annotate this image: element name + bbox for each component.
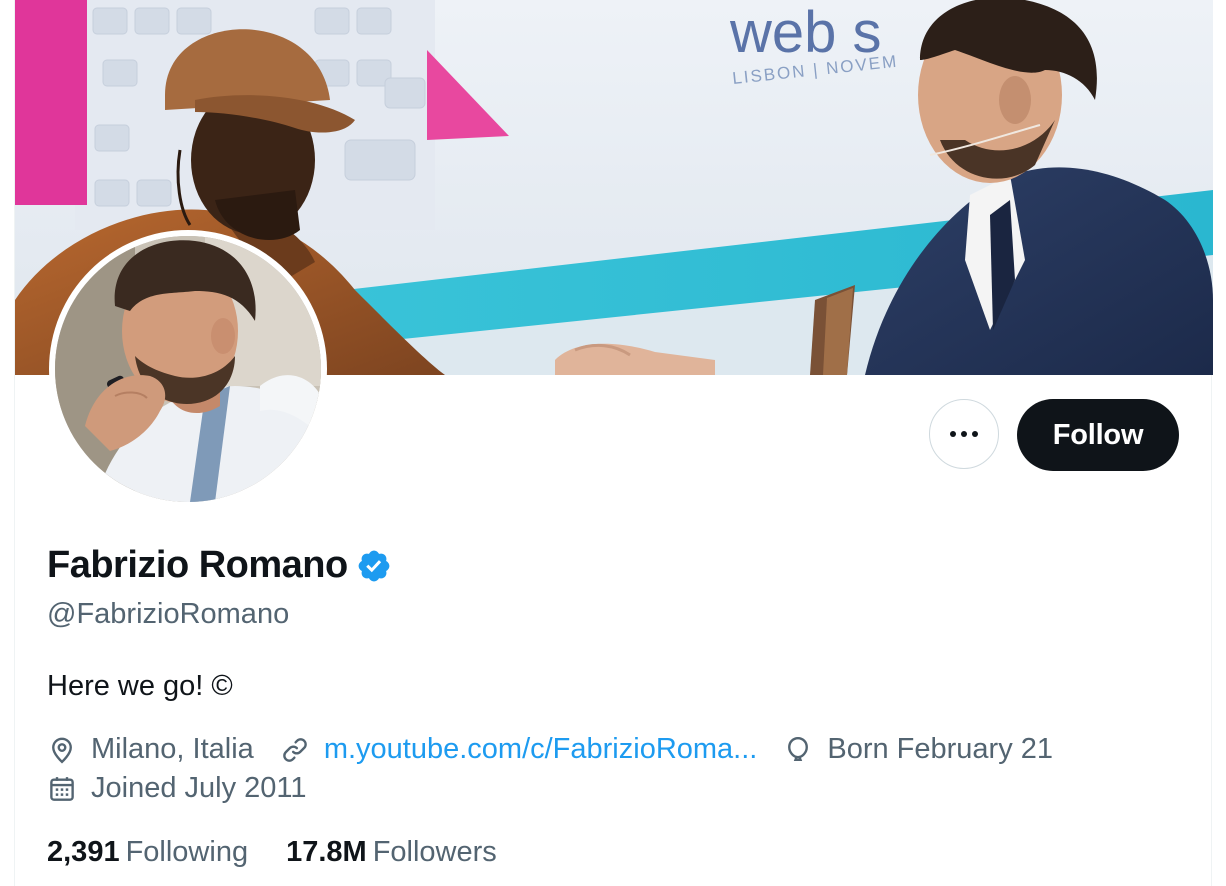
name-row: Fabrizio Romano xyxy=(47,544,392,587)
more-options-button[interactable] xyxy=(929,399,999,469)
meta-joined: Joined July 2011 xyxy=(47,772,307,805)
location-text: Milano, Italia xyxy=(91,733,254,765)
meta-website[interactable]: m.youtube.com/c/FabrizioRoma... xyxy=(280,733,758,766)
joined-text: Joined July 2011 xyxy=(91,772,307,804)
profile-avatar[interactable] xyxy=(49,230,327,508)
meta-location: Milano, Italia xyxy=(47,733,254,766)
followers-count[interactable]: 17.8M Followers xyxy=(286,836,497,869)
verified-badge-icon[interactable] xyxy=(356,548,392,584)
following-value: 2,391 xyxy=(47,836,120,868)
profile-handle: @FabrizioRomano xyxy=(47,598,290,630)
meta-birthday: Born February 21 xyxy=(783,733,1053,766)
website-link[interactable]: m.youtube.com/c/FabrizioRoma... xyxy=(324,733,758,766)
profile-meta-row-2: Joined July 2011 xyxy=(47,772,333,805)
display-name: Fabrizio Romano xyxy=(47,544,348,586)
profile-meta-row: Milano, Italia m.youtube.com/c/FabrizioR… xyxy=(47,733,1079,766)
location-pin-icon xyxy=(52,737,72,763)
followers-value: 17.8M xyxy=(286,836,367,868)
profile-bio: Here we go! © xyxy=(47,670,233,702)
following-label: Following xyxy=(125,836,249,868)
follow-counts: 2,391 Following 17.8M Followers xyxy=(47,836,535,869)
link-icon xyxy=(283,737,307,762)
calendar-icon xyxy=(50,776,74,801)
follow-button[interactable]: Follow xyxy=(1017,399,1179,471)
profile-page: web s LISBON | NOVEM Follow Fabrizio Rom… xyxy=(14,0,1213,886)
more-dots-icon xyxy=(950,431,978,437)
balloon-icon xyxy=(788,736,809,761)
birthday-text: Born February 21 xyxy=(827,733,1054,765)
avatar-photo xyxy=(55,236,321,502)
following-count[interactable]: 2,391 Following xyxy=(47,836,248,869)
followers-label: Followers xyxy=(372,836,497,868)
